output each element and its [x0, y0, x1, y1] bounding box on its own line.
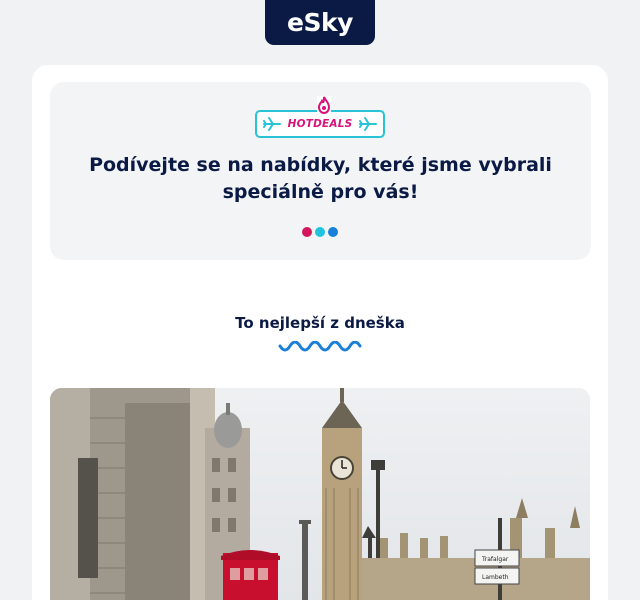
dot-cyan — [315, 227, 325, 237]
sign-text-1: Trafalgar — [481, 556, 509, 563]
sign-text-2: Lambeth — [482, 574, 509, 581]
carousel-dots — [302, 227, 338, 237]
hotdeals-badge: HOTDEALS — [255, 96, 385, 138]
logo-text: eSky — [287, 8, 353, 37]
wave-divider-icon — [278, 341, 362, 352]
hotdeals-label: HOTDEALS — [287, 118, 353, 130]
plane-icon — [263, 117, 281, 131]
deal-photo[interactable]: Trafalgar Lambeth — [50, 388, 590, 600]
hotdeals-hero: HOTDEALS Podívejte se na nabídky, které … — [50, 82, 591, 260]
dot-pink — [302, 227, 312, 237]
dot-blue — [328, 227, 338, 237]
section-title: To nejlepší z dneška — [235, 314, 405, 332]
esky-logo[interactable]: eSky — [265, 0, 375, 45]
hero-title-line1: Podívejte se na nabídky, které jsme vybr… — [89, 154, 552, 176]
plane-icon — [359, 117, 377, 131]
flame-icon — [317, 96, 331, 115]
london-photo: Trafalgar Lambeth — [50, 388, 590, 600]
hero-title: Podívejte se na nabídky, které jsme vybr… — [50, 152, 591, 206]
hero-title-line2: speciálně pro vás! — [222, 181, 419, 203]
